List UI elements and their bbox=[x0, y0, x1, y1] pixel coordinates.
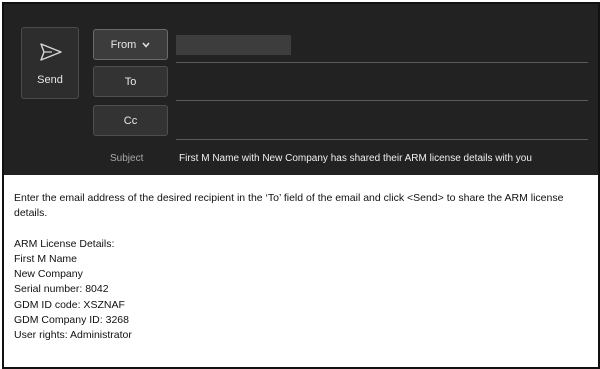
send-icon bbox=[40, 43, 62, 61]
cc-label: Cc bbox=[123, 114, 138, 127]
send-label: Send bbox=[37, 74, 63, 86]
from-button[interactable]: From bbox=[93, 29, 168, 60]
subject-label: Subject bbox=[110, 153, 144, 164]
email-compose-window: Send From To Cc Subject First M Name wit… bbox=[2, 2, 600, 369]
detail-line: GDM Company ID: 3268 bbox=[14, 314, 129, 327]
body-intro: Enter the email address of the desired r… bbox=[14, 192, 564, 220]
to-button[interactable]: To bbox=[93, 66, 168, 97]
detail-line: GDM ID code: XSZNAF bbox=[14, 298, 125, 311]
detail-line: User rights: Administrator bbox=[14, 329, 132, 342]
details-heading: ARM License Details: bbox=[14, 237, 115, 250]
to-field-underline[interactable] bbox=[176, 100, 588, 101]
from-address-field[interactable] bbox=[176, 35, 291, 55]
detail-line: First M Name bbox=[14, 252, 77, 265]
from-divider bbox=[176, 62, 588, 63]
detail-line: Serial number: 8042 bbox=[14, 283, 109, 296]
detail-line: New Company bbox=[14, 268, 83, 281]
from-label: From bbox=[110, 38, 137, 51]
subject-field[interactable]: First M Name with New Company has shared… bbox=[179, 153, 532, 164]
send-button[interactable]: Send bbox=[21, 27, 79, 99]
chevron-down-icon bbox=[142, 42, 150, 48]
to-label: To bbox=[124, 75, 137, 88]
email-body[interactable]: Enter the email address of the desired r… bbox=[14, 191, 589, 344]
cc-button[interactable]: Cc bbox=[93, 105, 168, 136]
cc-field-underline[interactable] bbox=[176, 139, 588, 140]
compose-header: Send From To Cc Subject First M Name wit… bbox=[4, 4, 598, 175]
